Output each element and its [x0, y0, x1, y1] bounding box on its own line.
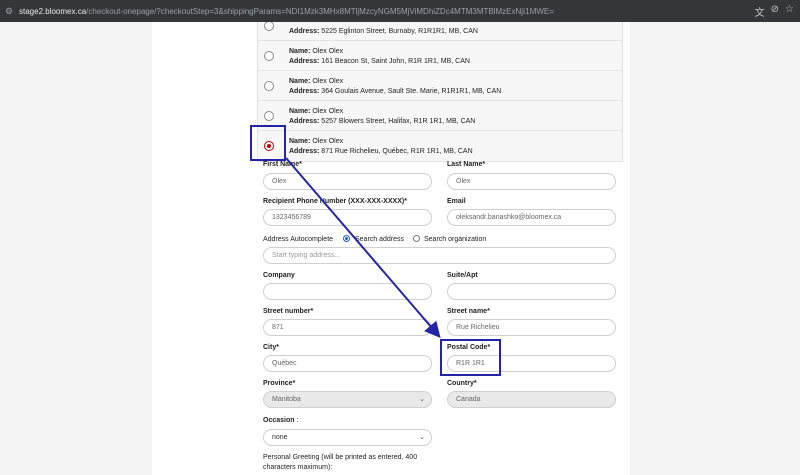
address-autocomplete-input[interactable]: Start typing address... — [263, 247, 616, 264]
street-name-input[interactable]: Rue Richelieu — [447, 319, 616, 336]
city-input[interactable]: Québec — [263, 355, 432, 372]
page-viewport: Address: 5225 Eglinton Street, Burnaby, … — [0, 22, 800, 475]
phone-label: Recipient Phone Number (XXX-XXX-XXXX)* — [263, 198, 407, 205]
country-label: Country* — [447, 380, 477, 387]
address-option[interactable]: Name: Olex Olex Address: 364 Goulais Aven… — [258, 71, 622, 101]
chevron-down-icon: ⌄ — [419, 434, 425, 441]
address-option[interactable]: Name: Olex Olex Address: 161 Beacon St, S… — [258, 41, 622, 71]
address-radio[interactable] — [264, 81, 274, 91]
last-name-label: Last Name* — [447, 161, 486, 168]
city-label: City* — [263, 344, 279, 351]
eye-off-icon[interactable]: ⊘ — [771, 4, 779, 19]
address-option-selected[interactable]: Name: Olex Olex Address: 871 Rue Richelie… — [258, 131, 622, 161]
last-name-input[interactable]: Olex — [447, 173, 616, 190]
search-address-radio[interactable] — [343, 235, 350, 242]
annotation-box-postal-code — [440, 339, 501, 376]
suite-label: Suite/Apt — [447, 272, 478, 279]
browser-address-bar[interactable]: ⚙ stage2.bloomex.ca/checkout-onepage/?ch… — [0, 0, 800, 22]
annotation-box-selected-radio — [250, 125, 286, 161]
street-number-label: Street number* — [263, 308, 314, 315]
search-organization-option[interactable]: Search organization — [424, 236, 486, 243]
company-input[interactable] — [263, 283, 432, 300]
province-label: Province* — [263, 380, 296, 387]
company-label: Company — [263, 272, 295, 279]
occasion-value: none — [272, 434, 288, 441]
address-radio[interactable] — [264, 51, 274, 61]
email-label: Email — [447, 198, 466, 205]
address-radio[interactable] — [264, 111, 274, 121]
street-number-input[interactable]: 871 — [263, 319, 432, 336]
first-name-input[interactable]: Olex — [263, 173, 432, 190]
country-input[interactable]: Canada — [447, 391, 616, 408]
bookmark-star-icon[interactable]: ☆ — [785, 4, 794, 19]
address-option[interactable]: Address: 5225 Eglinton Street, Burnaby, … — [258, 22, 622, 41]
autocomplete-label: Address Autocomplete — [263, 236, 334, 243]
address-option[interactable]: Name: Olex Olex Address: 5257 Blowers Str… — [258, 101, 622, 131]
saved-address-list: Address: 5225 Eglinton Street, Burnaby, … — [257, 22, 623, 162]
province-select[interactable]: Manitoba ⌄ — [263, 391, 432, 408]
province-value: Manitoba — [272, 396, 301, 403]
email-input[interactable]: oleksandr.banashko@bloomex.ca — [447, 209, 616, 226]
search-organization-radio[interactable] — [413, 235, 420, 242]
url-text[interactable]: stage2.bloomex.ca/checkout-onepage/?chec… — [19, 7, 554, 16]
translate-icon[interactable]: 文 — [755, 4, 765, 19]
occasion-label: Occasion : — [263, 417, 299, 424]
phone-input[interactable]: 1323456789 — [263, 209, 432, 226]
occasion-select[interactable]: none ⌄ — [263, 429, 432, 446]
address-radio[interactable] — [264, 22, 274, 31]
first-name-label: First Name* — [263, 161, 302, 168]
suite-input[interactable] — [447, 283, 616, 300]
personal-greeting-label: Personal Greeting (will be printed as en… — [263, 454, 418, 471]
street-name-label: Street name* — [447, 308, 490, 315]
chevron-down-icon: ⌄ — [419, 396, 425, 403]
site-info-icon[interactable]: ⚙ — [5, 6, 15, 16]
search-address-option[interactable]: Search address — [355, 236, 404, 243]
